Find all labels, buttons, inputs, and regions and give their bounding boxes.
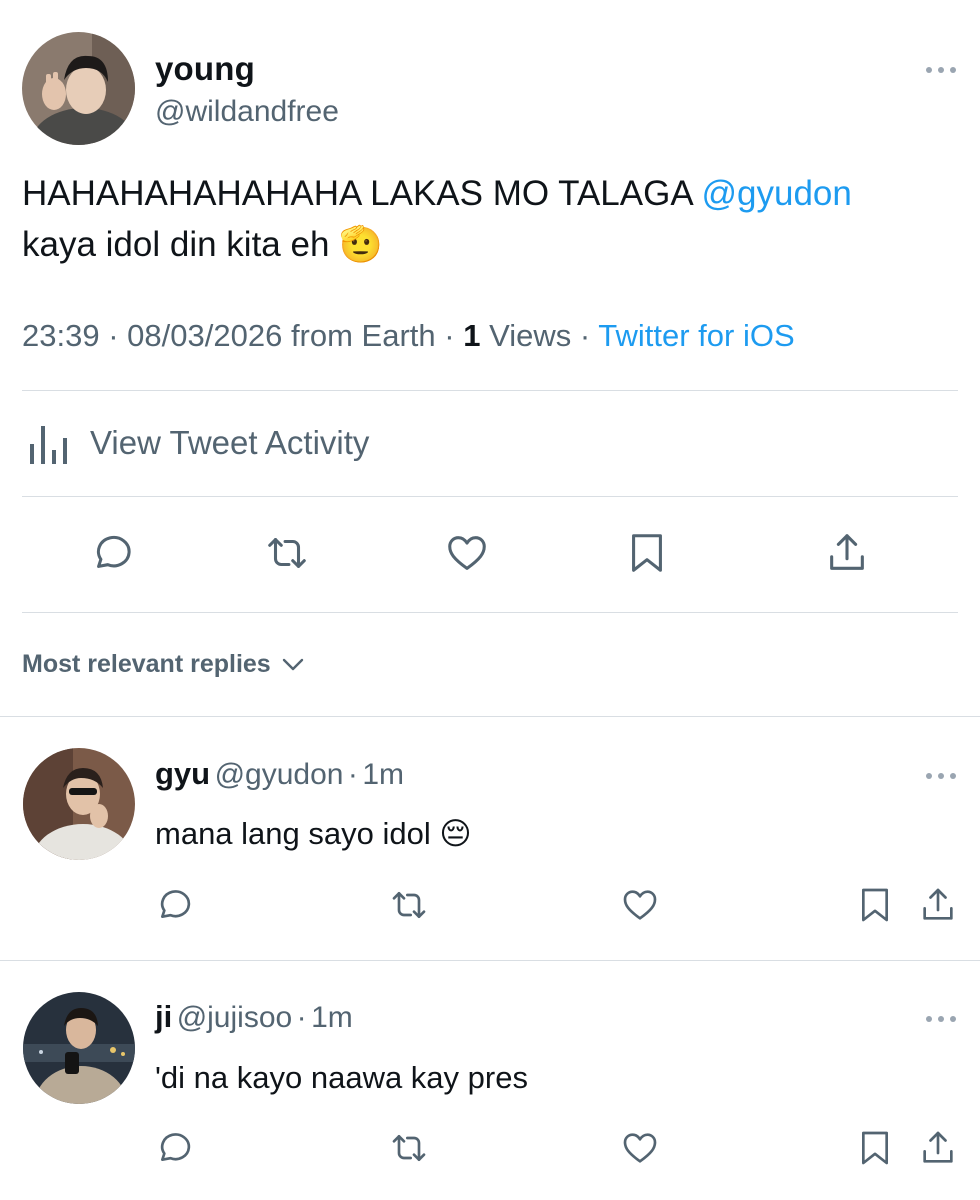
reply-icon[interactable] [89,530,135,576]
separator: · [296,1001,307,1034]
reply-text-content: 'di na kayo naawa kay pres [155,1060,528,1095]
bookmark-icon[interactable] [855,885,895,925]
retweet-icon[interactable] [389,1128,429,1168]
view-activity-label: View Tweet Activity [90,424,370,461]
divider [0,960,980,961]
tweet-date[interactable]: 08/03/2026 [127,318,282,353]
source-link[interactable]: Twitter for iOS [598,318,794,353]
views-label: Views [489,318,572,353]
reply-icon[interactable] [154,1128,194,1168]
reply-text-content: mana lang sayo idol [155,816,431,851]
tweet-text-part: HAHAHAHAHAHAHA LAKAS MO TALAGA [22,174,702,213]
tweet-meta: 23:39 · 08/03/2026 from Earth · 1 Views … [22,318,795,354]
reply-avatar[interactable] [23,748,135,860]
share-icon[interactable] [918,885,958,925]
chevron-down-icon [282,659,303,671]
retweet-icon[interactable] [264,530,310,576]
reply-author-name[interactable]: gyu [155,756,210,791]
pensive-face-emoji: 😔 [439,816,472,851]
mention-link[interactable]: @gyudon [701,174,851,213]
divider [22,612,958,613]
reply-text: 'di na kayo naawa kay pres [155,1060,528,1096]
like-icon[interactable] [444,530,490,576]
bookmark-icon[interactable] [855,1128,895,1168]
tweet-location: from Earth [290,318,436,353]
retweet-icon[interactable] [389,885,429,925]
share-icon[interactable] [918,1128,958,1168]
divider [0,716,980,717]
bookmark-icon[interactable] [624,530,670,576]
reply-header: ji @jujisoo · 1m [155,999,353,1035]
tweet-time[interactable]: 23:39 [22,318,100,353]
reply-age[interactable]: 1m [311,1001,353,1034]
tweet-text-part: kaya idol din kita eh [22,225,330,264]
like-icon[interactable] [620,1128,660,1168]
reply-avatar[interactable] [23,992,135,1104]
replies-sort-button[interactable]: Most relevant replies [22,650,304,679]
author-handle[interactable]: @wildandfree [155,95,339,129]
saluting-face-emoji: 🫡 [339,225,383,264]
more-options-icon[interactable] [924,1013,958,1023]
reply-text: mana lang sayo idol 😔 [155,816,472,852]
reply-author-handle[interactable]: @jujisoo [177,1001,293,1034]
share-icon[interactable] [824,530,870,576]
separator: · [108,318,119,353]
reply-author-handle[interactable]: @gyudon [215,758,344,791]
more-options-icon[interactable] [924,770,958,780]
replies-sort-label: Most relevant replies [22,650,271,678]
tweet-text: HAHAHAHAHAHAHA LAKAS MO TALAGA @gyudon k… [22,168,962,270]
like-icon[interactable] [620,885,660,925]
divider [22,496,958,497]
reply-header: gyu @gyudon · 1m [155,756,404,792]
bar-chart-icon [30,426,67,464]
reply-age[interactable]: 1m [362,758,404,791]
reply-author-name[interactable]: ji [155,999,172,1034]
separator: · [444,318,455,353]
divider [22,390,958,391]
separator: · [347,758,358,791]
more-options-icon[interactable] [924,64,958,74]
author-name[interactable]: young [155,50,255,88]
separator: · [579,318,591,353]
reply-icon[interactable] [154,885,194,925]
views-count: 1 [463,318,481,353]
author-avatar[interactable] [22,32,135,145]
